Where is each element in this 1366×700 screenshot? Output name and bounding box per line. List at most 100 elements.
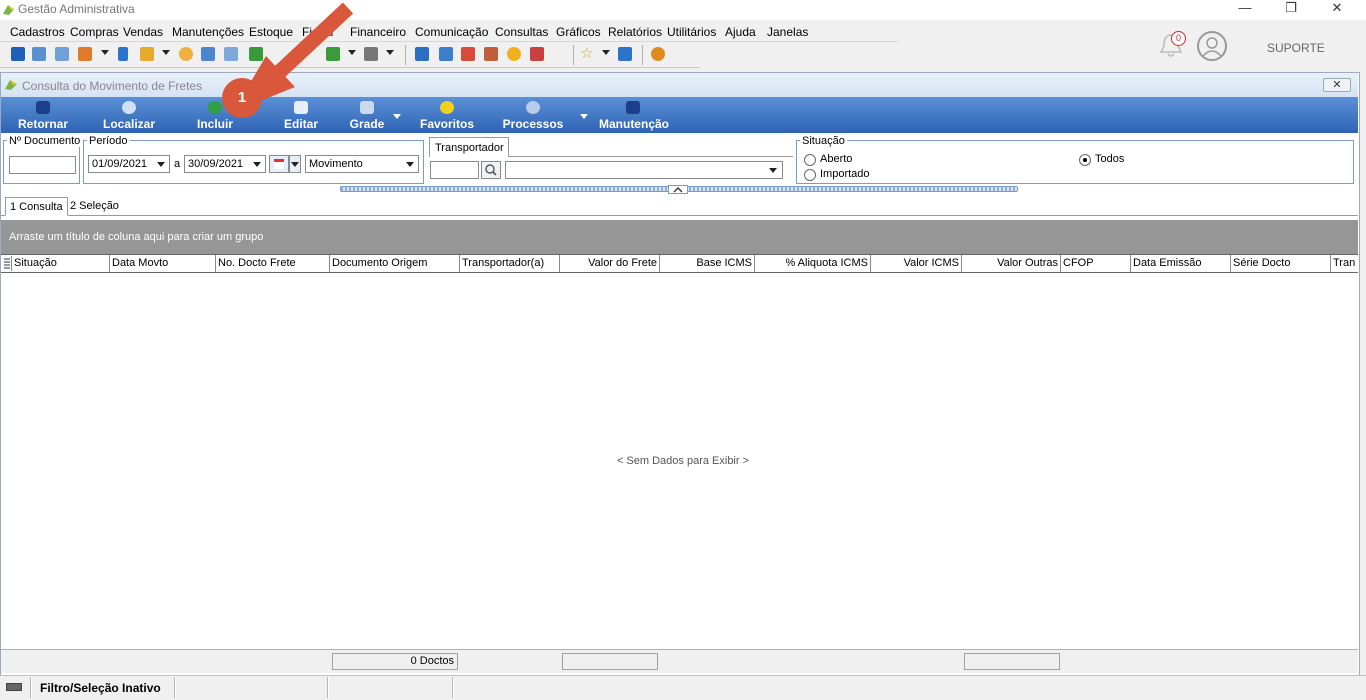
radio-importado-label: Importado bbox=[820, 168, 870, 180]
info-icon[interactable] bbox=[618, 47, 632, 61]
column-header-valor-outras[interactable]: Valor Outras bbox=[962, 255, 1061, 272]
radio-aberto[interactable] bbox=[804, 154, 816, 166]
card-icon[interactable] bbox=[55, 47, 69, 61]
report-icon[interactable] bbox=[530, 47, 544, 61]
id-card-icon[interactable] bbox=[224, 47, 238, 61]
column-header-valor-frete[interactable]: Valor do Frete bbox=[560, 255, 660, 272]
menu-relatorios[interactable]: Relatórios bbox=[608, 25, 662, 39]
printer-icon[interactable] bbox=[364, 47, 378, 61]
user-name[interactable]: SUPORTE bbox=[1267, 41, 1325, 55]
radio-importado[interactable] bbox=[804, 169, 816, 181]
retornar-button[interactable]: Retornar bbox=[12, 97, 74, 133]
cart-icon[interactable] bbox=[249, 47, 263, 61]
clock-icon[interactable] bbox=[507, 47, 521, 61]
column-header-no-docto-frete[interactable]: No. Docto Frete bbox=[216, 255, 330, 272]
search-icon[interactable] bbox=[481, 161, 501, 179]
chevron-down-icon[interactable] bbox=[253, 162, 261, 167]
column-header-aliquota-icms[interactable]: % Aliquota ICMS bbox=[755, 255, 871, 272]
date-type-select[interactable]: Movimento bbox=[305, 155, 419, 173]
grade-button[interactable]: Grade bbox=[338, 97, 396, 133]
tab-selecao[interactable]: 2 Seleção bbox=[66, 197, 123, 216]
chevron-down-icon[interactable] bbox=[162, 50, 170, 55]
column-header-situacao[interactable]: Situação bbox=[12, 255, 110, 272]
retornar-label: Retornar bbox=[17, 117, 68, 131]
radio-aberto-label: Aberto bbox=[820, 153, 853, 165]
collapse-filters-button[interactable] bbox=[668, 185, 688, 194]
column-header-serie-docto[interactable]: Série Docto bbox=[1231, 255, 1331, 272]
annotation-badge: 1 bbox=[222, 78, 262, 118]
menu-utilitarios[interactable]: Utilitários bbox=[667, 25, 716, 39]
menu-consultas[interactable]: Consultas bbox=[495, 25, 548, 39]
tab-transportador[interactable]: Transportador bbox=[429, 137, 509, 157]
folder-icon[interactable] bbox=[11, 47, 25, 61]
schedule-icon[interactable] bbox=[484, 47, 498, 61]
restore-button[interactable]: ❐ bbox=[1268, 0, 1314, 20]
hierarchy-icon[interactable] bbox=[78, 47, 92, 61]
toolbar bbox=[0, 42, 700, 68]
minimize-button[interactable]: — bbox=[1222, 0, 1268, 20]
users-icon[interactable] bbox=[32, 47, 46, 61]
spreadsheet-icon[interactable] bbox=[415, 47, 429, 61]
calculator-icon[interactable] bbox=[439, 47, 453, 61]
chevron-down-icon[interactable] bbox=[157, 162, 165, 167]
transportador-name-select[interactable] bbox=[505, 161, 783, 179]
box-icon[interactable] bbox=[140, 47, 154, 61]
empty-grid-message: < Sem Dados para Exibir > bbox=[616, 455, 750, 467]
menu-vendas[interactable]: Vendas bbox=[123, 25, 163, 39]
menu-janelas[interactable]: Janelas bbox=[767, 25, 808, 39]
column-header-valor-icms[interactable]: Valor ICMS bbox=[871, 255, 962, 272]
column-header-base-icms[interactable]: Base ICMS bbox=[660, 255, 755, 272]
form-close-button[interactable]: ✕ bbox=[1323, 78, 1351, 92]
radio-todos[interactable] bbox=[1079, 154, 1091, 166]
menu-cadastros[interactable]: Cadastros bbox=[10, 25, 65, 39]
chevron-down-icon[interactable] bbox=[580, 114, 588, 119]
menu-comunicacao[interactable]: Comunicação bbox=[415, 25, 488, 39]
menu-financeiro[interactable]: Financeiro bbox=[350, 25, 406, 39]
power-icon[interactable] bbox=[651, 47, 665, 61]
processos-button[interactable]: Processos bbox=[500, 97, 566, 133]
period-preset-dropdown[interactable] bbox=[289, 155, 301, 173]
tabs-baseline bbox=[1, 215, 1358, 216]
bank-icon[interactable] bbox=[201, 47, 215, 61]
menu-fiscal[interactable]: Fiscal bbox=[302, 25, 333, 39]
chevron-down-icon[interactable] bbox=[602, 50, 610, 55]
toolbar-separator bbox=[642, 45, 643, 65]
menu-ajuda[interactable]: Ajuda bbox=[725, 25, 756, 39]
transportador-code-input[interactable] bbox=[430, 161, 479, 179]
calendar-icon[interactable] bbox=[461, 47, 475, 61]
column-header-data-emissao[interactable]: Data Emissão bbox=[1131, 255, 1231, 272]
avatar[interactable] bbox=[1197, 31, 1227, 61]
status-bar bbox=[0, 675, 1366, 700]
menu-estoque[interactable]: Estoque bbox=[249, 25, 293, 39]
column-header-tran[interactable]: Tran bbox=[1331, 255, 1357, 272]
add-icon bbox=[208, 101, 222, 114]
menu-compras[interactable]: Compras bbox=[70, 25, 119, 39]
document-icon[interactable] bbox=[118, 47, 128, 61]
chevron-down-icon[interactable] bbox=[393, 114, 401, 119]
tab-consulta[interactable]: 1 Consulta bbox=[5, 197, 68, 216]
person-icon[interactable] bbox=[179, 47, 193, 61]
chevron-down-icon[interactable] bbox=[348, 50, 356, 55]
star-icon[interactable]: ☆ bbox=[580, 46, 593, 61]
chevron-down-icon[interactable] bbox=[101, 50, 109, 55]
chevron-down-icon[interactable] bbox=[769, 168, 777, 173]
localizar-button[interactable]: Localizar bbox=[98, 97, 160, 133]
menu-graficos[interactable]: Gráficos bbox=[556, 25, 601, 39]
manutencao-button[interactable]: Manutenção bbox=[596, 97, 672, 133]
money-icon[interactable] bbox=[326, 47, 340, 61]
calendar-icon[interactable] bbox=[269, 155, 289, 173]
close-window-button[interactable]: ✕ bbox=[1314, 0, 1360, 20]
column-header-data-movto[interactable]: Data Movto bbox=[110, 255, 216, 272]
documento-input[interactable] bbox=[9, 156, 76, 174]
form-title-bar bbox=[1, 73, 1358, 97]
column-header-cfop[interactable]: CFOP bbox=[1061, 255, 1131, 272]
favoritos-button[interactable]: Favoritos bbox=[414, 97, 480, 133]
chevron-down-icon[interactable] bbox=[406, 162, 414, 167]
column-chooser-icon[interactable] bbox=[2, 256, 12, 271]
column-header-transportador[interactable]: Transportador(a) bbox=[460, 255, 560, 272]
chevron-down-icon[interactable] bbox=[386, 50, 394, 55]
column-header-documento-origem[interactable]: Documento Origem bbox=[330, 255, 460, 272]
menu-manutencoes[interactable]: Manutenções bbox=[172, 25, 244, 39]
periodo-label: Período bbox=[87, 135, 130, 147]
editar-button[interactable]: Editar bbox=[270, 97, 332, 133]
